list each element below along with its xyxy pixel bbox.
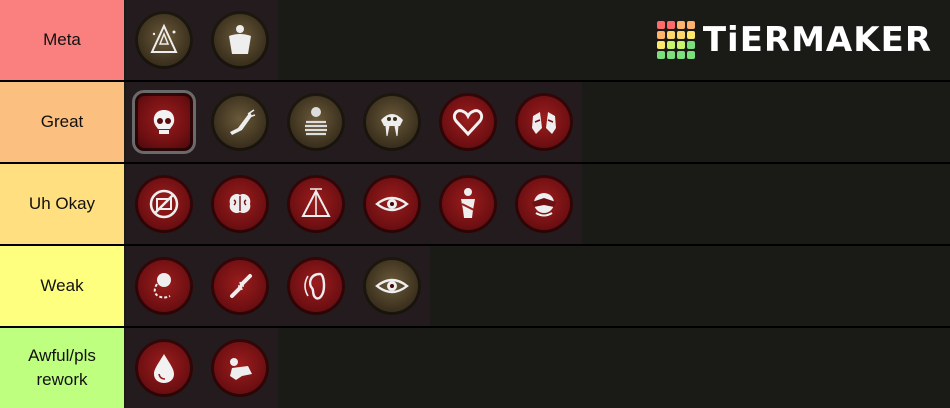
logo-grid-cell <box>676 41 685 49</box>
ball-and-chain-icon <box>135 257 193 315</box>
muscular-torso-icon <box>211 11 269 69</box>
tiermaker-logo[interactable]: TiERMAKER <box>656 20 932 60</box>
tier-item[interactable] <box>126 330 202 406</box>
logo-text: TiERMAKER <box>702 20 932 60</box>
tier-row-great: Great <box>0 82 950 162</box>
tier-item[interactable] <box>126 2 202 78</box>
tier-item[interactable] <box>202 248 278 324</box>
tier-label[interactable]: Great <box>0 82 124 162</box>
tier-label[interactable]: Awful/pls rework <box>0 328 124 408</box>
tier-items <box>126 164 582 244</box>
blood-drop-icon <box>135 339 193 397</box>
tier-item[interactable] <box>126 166 202 242</box>
tier-item[interactable] <box>202 2 278 78</box>
tier-items <box>126 0 278 80</box>
tier-item[interactable] <box>126 248 202 324</box>
logo-grid-cell <box>686 41 695 49</box>
tier-item[interactable] <box>354 84 430 160</box>
heart-icon <box>439 93 497 151</box>
logo-grid-cell <box>686 51 695 59</box>
tier-items <box>126 328 278 408</box>
tier-item[interactable] <box>278 84 354 160</box>
crawling-figure-icon <box>211 339 269 397</box>
logo-grid-cell <box>656 31 665 39</box>
tier-items <box>126 82 582 162</box>
covered-face-icon <box>515 175 573 233</box>
tier-item[interactable] <box>126 84 202 160</box>
eye-icon <box>363 257 421 315</box>
tier-label[interactable]: Uh Okay <box>0 164 124 244</box>
hands-bandaged-icon <box>515 93 573 151</box>
tier-items <box>126 246 430 326</box>
winged-foot-icon <box>211 93 269 151</box>
logo-grid-cell <box>686 21 695 29</box>
injured-figure-icon <box>439 175 497 233</box>
logo-grid-cell <box>656 41 665 49</box>
logo-grid-cell <box>666 31 675 39</box>
logo-grid-cell <box>666 41 675 49</box>
logo-grid-icon <box>656 21 695 59</box>
logo-grid-cell <box>676 31 685 39</box>
tier-item[interactable] <box>354 166 430 242</box>
tier-item[interactable] <box>430 166 506 242</box>
ear-icon <box>287 257 345 315</box>
tent-icon <box>287 175 345 233</box>
tier-item[interactable] <box>202 166 278 242</box>
tier-label[interactable]: Weak <box>0 246 124 326</box>
logo-grid-cell <box>686 31 695 39</box>
tier-row-uh-okay: Uh Okay <box>0 164 950 244</box>
tier-item[interactable] <box>202 330 278 406</box>
logo-grid-cell <box>666 51 675 59</box>
tier-item[interactable] <box>506 166 582 242</box>
logo-grid-cell <box>666 21 675 29</box>
broken-bone-icon <box>211 257 269 315</box>
logo-grid-cell <box>656 21 665 29</box>
tier-item[interactable] <box>430 84 506 160</box>
tier-item[interactable] <box>278 166 354 242</box>
tier-item[interactable] <box>202 84 278 160</box>
tier-row-awful: Awful/pls rework <box>0 328 950 408</box>
tier-item[interactable] <box>354 248 430 324</box>
tier-label[interactable]: Meta <box>0 0 124 80</box>
tier-row-weak: Weak <box>0 246 950 326</box>
brain-icon <box>211 175 269 233</box>
eye-icon <box>363 175 421 233</box>
sabertooth-skull-icon <box>363 93 421 151</box>
tier-item[interactable] <box>278 248 354 324</box>
tier-item[interactable] <box>506 84 582 160</box>
logo-grid-cell <box>656 51 665 59</box>
triangle-sparkle-icon <box>135 11 193 69</box>
striped-figure-icon <box>287 93 345 151</box>
logo-grid-cell <box>676 51 685 59</box>
tier-list-board: Meta Great Uh Okay Weak Awful/pls rework… <box>0 0 950 408</box>
no-medkit-icon <box>135 175 193 233</box>
skull-icon <box>132 90 196 154</box>
logo-grid-cell <box>676 21 685 29</box>
